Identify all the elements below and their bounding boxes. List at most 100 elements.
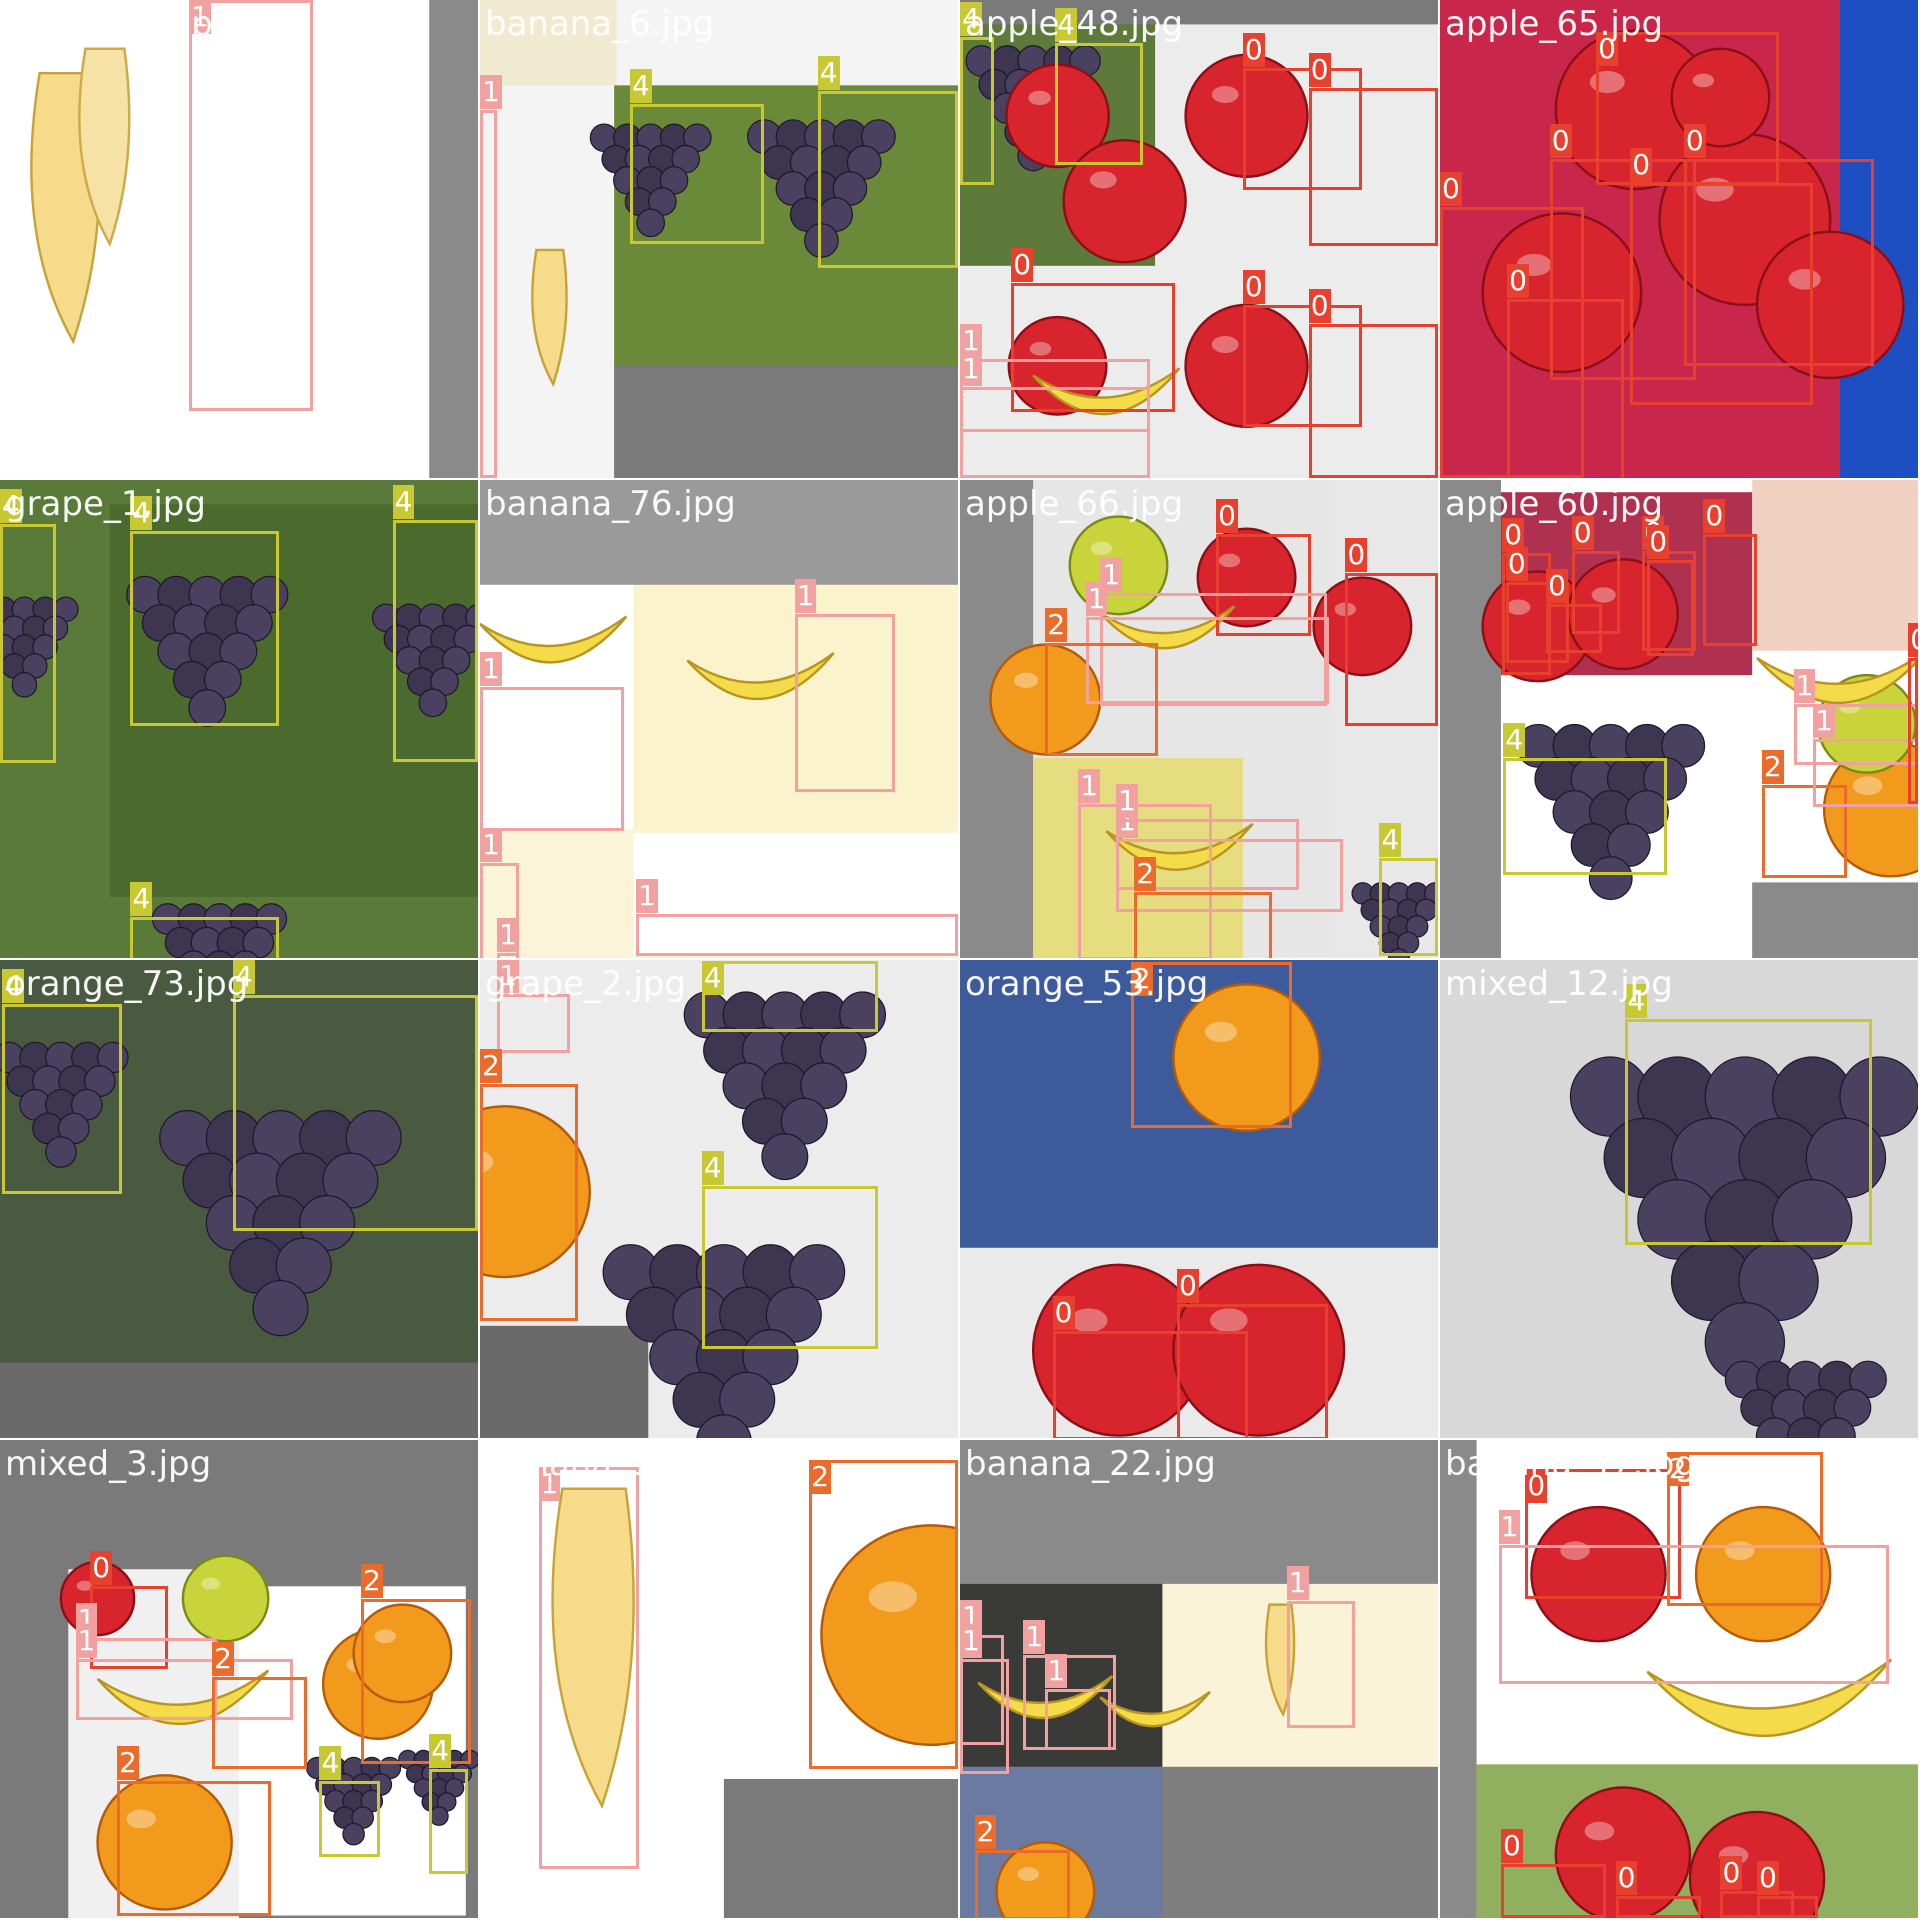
class-label: 0: [1720, 1856, 1743, 1891]
bounding-box: 0: [1546, 569, 1603, 654]
class-label: 1: [1286, 1565, 1309, 1600]
class-label: 0: [1630, 147, 1653, 182]
class-label: 0: [1703, 498, 1726, 533]
class-label: 0: [1908, 623, 1918, 658]
class-label: 1: [480, 652, 502, 687]
tile-filename: mixed_12.jpg: [1445, 964, 1673, 1004]
bounding-box: 0: [1647, 525, 1694, 656]
class-label: 4: [1379, 823, 1402, 857]
mosaic-tile: banana_12.jpg 1 2: [480, 1440, 958, 1918]
mosaic-tile: grape_2.jpg 1 2 4 4: [480, 960, 958, 1438]
class-label: 0: [1757, 1861, 1779, 1896]
class-label: 2: [1045, 608, 1068, 643]
bounding-box: 4: [1055, 7, 1143, 165]
detection-mosaic: banana_7.jpg 1 banana_6.jpg 1 4 4 apple_48.jpg…: [0, 0, 1920, 1920]
class-label: 2: [212, 1641, 234, 1676]
class-label: 0: [1011, 247, 1034, 282]
bounding-box: 1: [480, 74, 502, 478]
bounding-box: 4: [130, 881, 280, 958]
mosaic-tile: apple_48.jpg 4 4 0 0 0 0 0 1 1: [960, 0, 1438, 478]
bounding-box: 4: [960, 1, 995, 186]
mosaic-tile: mixed_12.jpg 4: [1440, 960, 1918, 1438]
class-label: 4: [817, 56, 840, 91]
class-label: 4: [701, 961, 724, 996]
bounding-box: 0: [1757, 1861, 1818, 1918]
class-label: 4: [429, 1734, 452, 1769]
tile-filename: grape_1.jpg: [5, 484, 206, 524]
class-label: 1: [960, 1624, 982, 1659]
class-label: 0: [1308, 289, 1331, 324]
mosaic-tile: banana_76.jpg 1 1 1 1 1: [480, 480, 958, 958]
bounding-box: 4: [232, 960, 478, 1231]
bounding-box: 0: [1507, 263, 1625, 478]
mosaic-tile: banana_22.jpg 1 1 1 1 1 2: [960, 1440, 1438, 1918]
bounding-box: 2: [360, 1563, 471, 1765]
mosaic-tile: orange_73.jpg 4 4: [0, 960, 478, 1438]
class-label: 4: [629, 68, 652, 103]
bounding-box: 2: [1045, 608, 1158, 756]
bounding-box: 4: [1379, 823, 1438, 956]
bounding-box: 0: [1500, 1829, 1606, 1918]
bounding-box: 4: [0, 488, 57, 763]
tile-filename: orange_53.jpg: [965, 964, 1209, 1004]
mosaic-tile: grape_1.jpg 4 4 4 4: [0, 480, 478, 958]
mosaic-tile: apple_65.jpg 0 0 0 0 0 0: [1440, 0, 1918, 478]
mosaic-tile: orange_53.jpg 2 0 0: [960, 960, 1438, 1438]
bounding-box: 0: [1615, 1861, 1701, 1918]
bounding-box: 4: [429, 1734, 469, 1875]
bounding-box: 1: [497, 918, 519, 958]
class-label: 4: [392, 485, 415, 520]
tile-filename: apple_66.jpg: [965, 484, 1184, 524]
mosaic-tile: banana_7.jpg 1: [0, 0, 478, 478]
bounding-box: 1: [960, 351, 1151, 478]
class-label: 2: [1761, 749, 1784, 784]
mosaic-tile: apple_60.jpg000000042110: [1440, 480, 1918, 958]
tile-filename: banana_76.jpg: [485, 484, 736, 524]
bounding-box: 4: [701, 1150, 878, 1349]
class-label: 1: [1078, 769, 1101, 804]
class-label: 1: [1793, 669, 1816, 704]
bounding-box: 1: [1286, 1565, 1356, 1728]
class-label: 0: [1615, 1861, 1638, 1896]
tile-filename: orange_73.jpg: [5, 964, 249, 1004]
bounding-box: 0: [1703, 498, 1758, 646]
class-label: 0: [1177, 1268, 1199, 1303]
class-label: 0: [1216, 498, 1238, 533]
bounding-box: 1: [1793, 669, 1918, 766]
bounding-box: 1: [480, 652, 624, 832]
class-label: 1: [480, 827, 502, 862]
class-label: 1: [1498, 1509, 1521, 1544]
bounding-box: 1: [636, 879, 958, 956]
bounding-box: 1: [794, 579, 895, 793]
class-label: 1: [1085, 581, 1108, 616]
bounding-box: 4: [817, 56, 958, 269]
class-label: 1: [1045, 1653, 1068, 1688]
class-label: 2: [974, 1814, 997, 1849]
class-label: 1: [1023, 1619, 1046, 1654]
class-label: 0: [1308, 52, 1331, 87]
bounding-box: 4: [130, 496, 280, 727]
bounding-box: 2: [212, 1641, 308, 1770]
bounding-box: 0: [1308, 289, 1438, 478]
bounding-box: 4: [392, 485, 478, 762]
class-label: 1: [480, 74, 502, 109]
bounding-box: 1: [1045, 1653, 1112, 1750]
tile-filename: banana_47.jpg: [1445, 1444, 1696, 1484]
class-label: 0: [1505, 547, 1528, 582]
class-label: 2: [1134, 857, 1157, 892]
apple-green-image: [181, 1554, 270, 1643]
bounding-box: 0: [1308, 52, 1438, 247]
tile-filename: banana_6.jpg: [485, 4, 715, 44]
class-label: 0: [90, 1551, 113, 1586]
bounding-box: 4: [1625, 983, 1872, 1246]
class-label: 4: [130, 881, 153, 916]
class-label: 1: [960, 351, 982, 386]
bounding-box: 1: [538, 1466, 639, 1870]
class-label: 0: [1683, 123, 1706, 158]
mosaic-tile: banana_6.jpg 1 4 4: [480, 0, 958, 478]
tile-filename: banana_7.jpg: [5, 4, 235, 44]
class-label: 4: [1503, 723, 1526, 758]
bounding-box: 1: [960, 1624, 1009, 1775]
bounding-box: 4: [2, 968, 122, 1195]
class-label: 2: [809, 1459, 832, 1494]
